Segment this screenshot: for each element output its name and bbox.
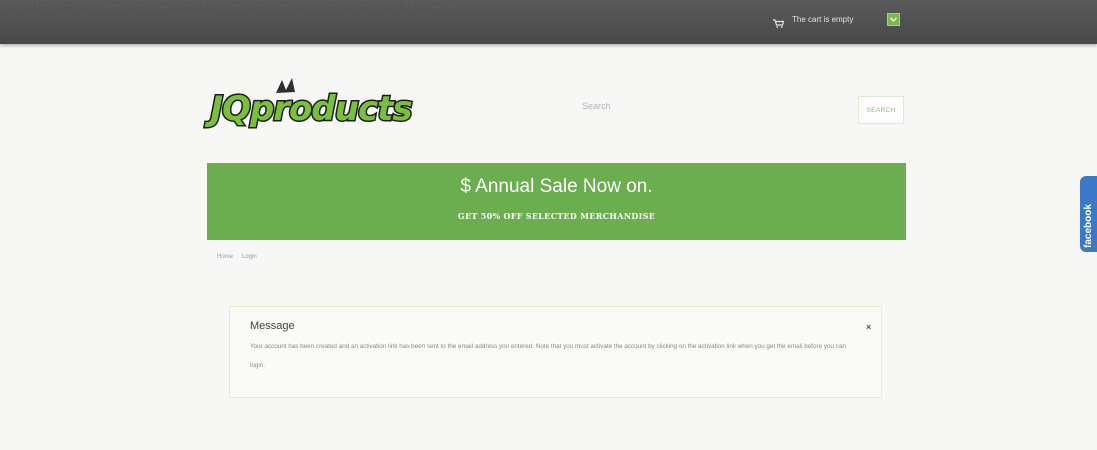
breadcrumb-current: Login xyxy=(242,254,257,260)
facebook-tab-label: facebook xyxy=(1083,204,1094,248)
nav-shop-link[interactable]: SHOP xyxy=(326,0,371,17)
message-text: Your account has been created and an act… xyxy=(250,343,846,369)
breadcrumb-home-link[interactable]: Home xyxy=(217,254,233,260)
search-input[interactable] xyxy=(574,93,862,119)
banner-title: $ Annual Sale Now on. xyxy=(460,176,653,197)
nav-story-link[interactable]: THE STORY xyxy=(231,0,322,17)
nav-contact-link[interactable]: CONTACT US xyxy=(375,0,478,17)
sale-banner[interactable]: $ Annual Sale Now on. GET 50% OFF SELECT… xyxy=(207,163,906,240)
close-icon[interactable]: × xyxy=(866,322,871,332)
top-navigation-bar: HOME ABOUT THE COMPANY THE STORY SHOP CO… xyxy=(0,0,1097,44)
chevron-down-icon xyxy=(890,17,897,22)
cart-summary[interactable]: The cart is empty xyxy=(773,15,854,28)
search-button[interactable]: SEARCH xyxy=(858,96,904,124)
logo-wordmark: JQproducts xyxy=(204,89,412,129)
nav-home-link[interactable]: HOME xyxy=(0,0,48,17)
banner-subtitle: GET 50% OFF SELECTED MERCHANDISE xyxy=(457,211,656,221)
message-title: Message xyxy=(250,320,295,332)
nav-about-link[interactable]: ABOUT THE COMPANY xyxy=(52,0,227,17)
breadcrumb: Home Login xyxy=(217,254,257,260)
site-logo[interactable]: JQproducts xyxy=(198,78,424,134)
cart-status-text: The cart is empty xyxy=(792,15,854,24)
cart-icon xyxy=(773,15,785,28)
cart-toggle-button[interactable] xyxy=(887,13,900,26)
system-message-box: Message × Your account has been created … xyxy=(229,306,882,398)
